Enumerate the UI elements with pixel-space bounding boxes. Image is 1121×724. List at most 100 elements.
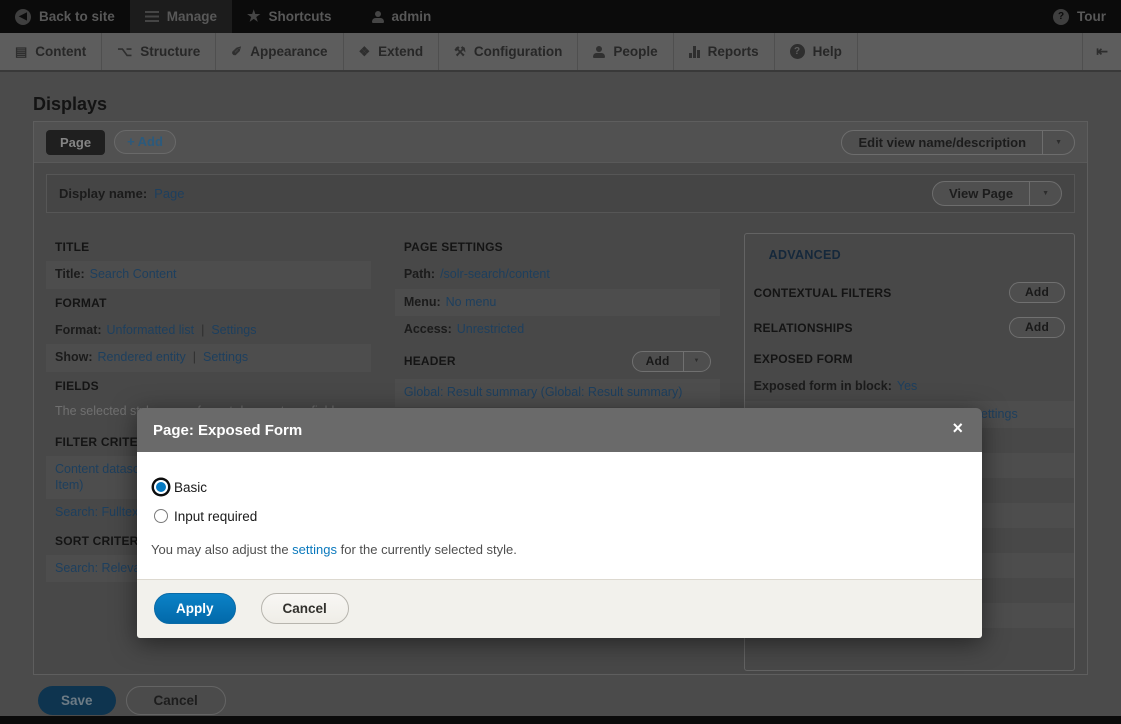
result-summary-link[interactable]: Global: Result summary (Global: Result s… [404,385,683,399]
hamburger-icon [145,11,159,22]
help-icon: ? [790,44,805,59]
paintbrush-icon: ✐ [231,45,242,58]
note-suffix: for the currently selected style. [337,542,517,557]
settings-link[interactable]: settings [292,542,337,557]
sitemap-icon: ⌥ [117,45,132,58]
view-page-label: View Page [933,182,1029,205]
section-exposed-form: EXPOSED FORM [745,345,1074,373]
chevron-down-icon[interactable]: ▼ [1042,131,1074,154]
back-to-site-button[interactable]: ◀ Back to site [0,0,130,33]
display-tabs-strip: Page +Add Edit view name/description ▼ [34,122,1087,163]
relationships-heading: RELATIONSHIPS [754,321,853,335]
apply-button[interactable]: Apply [154,593,236,624]
document-icon: ▤ [15,45,27,58]
question-mark-icon: ? [1053,9,1069,25]
display-name-row: Display name: Page View Page ▼ [46,174,1075,213]
dialog-header[interactable]: Page: Exposed Form × [137,408,982,452]
menu-item-configuration[interactable]: ⚒ Configuration [439,33,578,70]
section-title: TITLE [46,233,371,261]
close-icon[interactable]: × [952,419,963,437]
show-value-link[interactable]: Rendered entity [98,350,186,364]
header-add-button[interactable]: Add ▼ [632,351,711,372]
back-arrow-icon: ◀ [15,9,31,25]
format-settings-link[interactable]: Settings [211,323,256,337]
radio-basic-label[interactable]: Basic [174,480,207,495]
cancel-button[interactable]: Cancel [126,686,226,715]
exposed-block-link[interactable]: Yes [897,379,917,393]
menu-label-extend: Extend [378,44,423,59]
view-page-button[interactable]: View Page ▼ [932,181,1062,206]
edit-view-name-button[interactable]: Edit view name/description ▼ [841,130,1075,155]
display-name-label: Display name: [59,186,147,201]
menu-item-appearance[interactable]: ✐ Appearance [216,33,343,70]
toolbar-orientation-toggle[interactable]: ⇤ [1082,33,1121,70]
menu-item-reports[interactable]: Reports [674,33,775,70]
header-add-label: Add [633,352,683,371]
menu-label-help: Help [813,44,842,59]
show-label: Show: [55,350,93,364]
save-button[interactable]: Save [38,686,116,715]
header-heading: HEADER [404,354,456,368]
exposed-form-dialog: Page: Exposed Form × Basic Input require… [137,408,982,638]
format-row: Format:Unformatted list|Settings [46,317,371,345]
section-contextual-filters: CONTEXTUAL FILTERS Add [745,275,1074,310]
note-prefix: You may also adjust the [151,542,292,557]
chevron-down-icon[interactable]: ▼ [1029,182,1061,205]
advanced-toggle[interactable]: ADVANCED [745,234,1074,275]
admin-menu-bar: ▤ Content ⌥ Structure ✐ Appearance ❖ Ext… [0,33,1121,72]
tour-label: Tour [1077,9,1106,24]
shortcuts-label: Shortcuts [269,9,332,24]
people-icon [593,46,605,58]
relationships-add-button[interactable]: Add [1009,317,1065,338]
access-value-link[interactable]: Unrestricted [457,322,524,336]
radio-basic[interactable] [154,480,168,494]
tab-page-display[interactable]: Page [46,130,105,155]
menu-label: Menu: [404,295,441,309]
dialog-title: Page: Exposed Form [153,422,302,439]
star-icon: ★ [247,9,260,24]
admin-account-button[interactable]: admin [357,0,447,33]
menu-item-help[interactable]: ? Help [775,33,858,70]
plus-icon: + [127,134,135,149]
show-settings-link[interactable]: Settings [203,350,248,364]
access-row: Access:Unrestricted [395,316,720,344]
menu-item-content[interactable]: ▤ Content [0,33,102,70]
chevron-down-icon[interactable]: ▼ [683,352,710,371]
separator: | [201,323,204,337]
collapse-left-icon: ⇤ [1096,43,1108,60]
format-value-link[interactable]: Unformatted list [107,323,195,337]
menu-item-extend[interactable]: ❖ Extend [344,33,440,70]
header-result-summary-row: Global: Result summary (Global: Result s… [395,379,720,407]
wrench-icon: ⚒ [454,45,466,58]
show-row: Show:Rendered entity|Settings [46,344,371,372]
radio-row-basic: Basic [151,477,968,497]
path-label: Path: [404,267,435,281]
path-value-link[interactable]: /solr-search/content [440,267,550,281]
add-display-button[interactable]: +Add [114,130,176,154]
edit-view-name-label: Edit view name/description [842,131,1042,154]
bottom-bar [0,716,1121,724]
menu-label-people: People [613,44,657,59]
menu-label-appearance: Appearance [250,44,327,59]
title-row: Title:Search Content [46,261,371,289]
menu-label-reports: Reports [708,44,759,59]
tour-button[interactable]: ? Tour [1038,0,1121,33]
display-name-link[interactable]: Page [154,186,184,201]
puzzle-icon: ❖ [359,45,371,58]
menu-item-structure[interactable]: ⌥ Structure [102,33,216,70]
menu-value-link[interactable]: No menu [446,295,497,309]
radio-input-required[interactable] [154,509,168,523]
user-icon [372,11,384,23]
dialog-cancel-button[interactable]: Cancel [261,593,349,624]
section-fields: FIELDS [46,372,371,400]
form-actions: Save Cancel [38,686,226,715]
manage-menu-button[interactable]: Manage [130,0,232,33]
menu-item-people[interactable]: People [578,33,673,70]
page-title: Displays [33,94,107,115]
menu-label-content: Content [35,44,86,59]
section-format: FORMAT [46,289,371,317]
radio-input-required-label[interactable]: Input required [174,509,257,524]
shortcuts-button[interactable]: ★ Shortcuts [232,0,346,33]
title-value-link[interactable]: Search Content [90,267,177,281]
contextual-filters-add-button[interactable]: Add [1009,282,1065,303]
